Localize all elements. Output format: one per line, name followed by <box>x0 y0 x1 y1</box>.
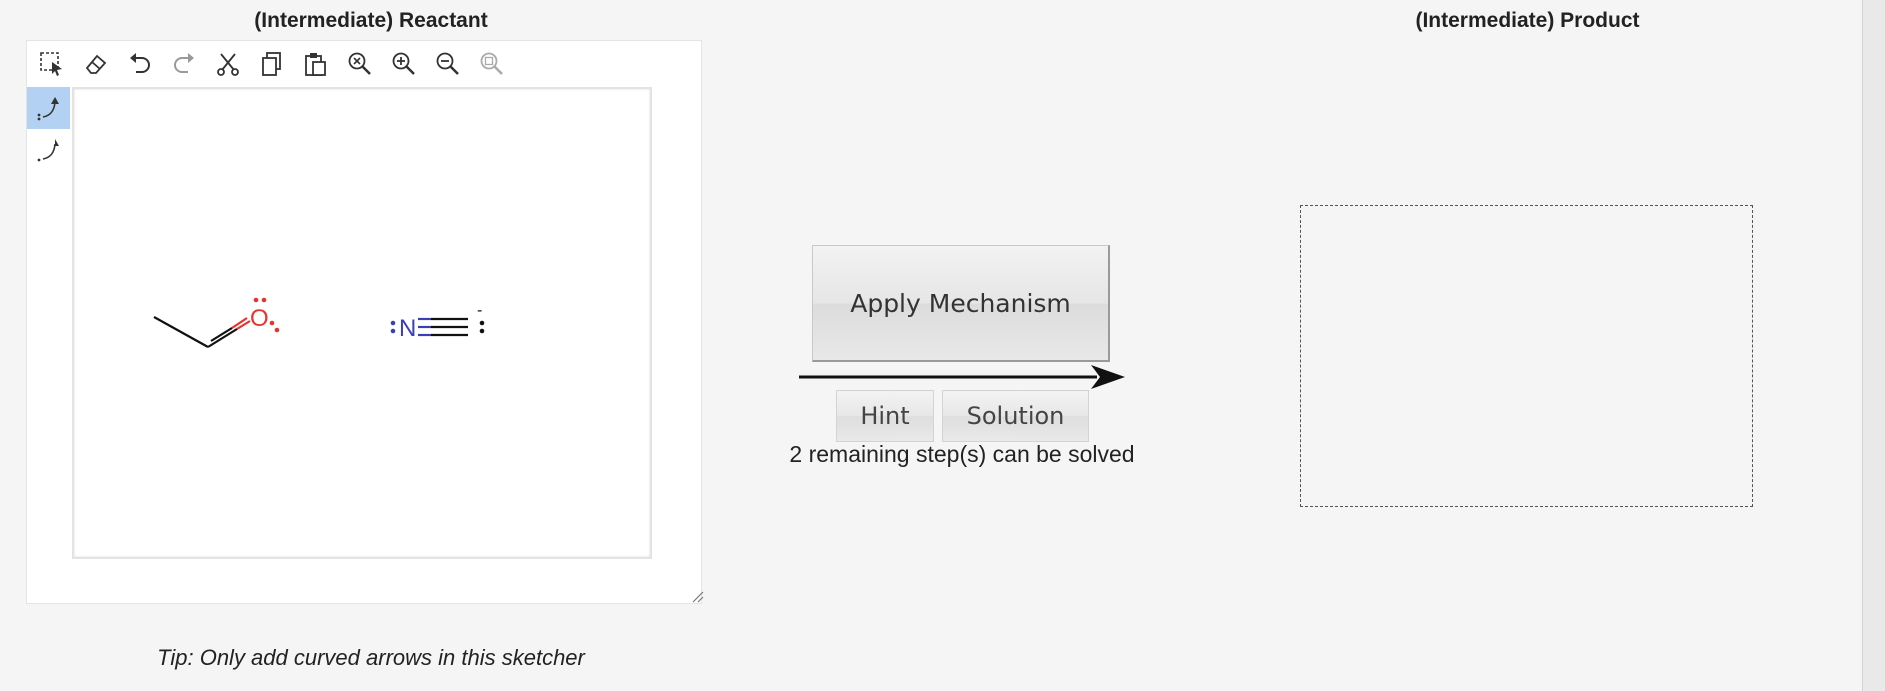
window-edge <box>1862 0 1885 691</box>
product-drop-area <box>1300 205 1753 507</box>
single-electron-arrow-icon[interactable] <box>27 129 70 171</box>
cut-icon[interactable] <box>209 47 247 81</box>
reactant-title: (Intermediate) Reactant <box>254 9 488 32</box>
oxygen-atom-label: O <box>250 305 269 332</box>
copy-icon[interactable] <box>253 47 291 81</box>
product-title: (Intermediate) Product <box>1415 9 1640 32</box>
resize-grip-icon[interactable] <box>691 590 705 609</box>
zoom-in-icon[interactable] <box>385 47 423 81</box>
zoom-reset-icon[interactable] <box>341 47 379 81</box>
solution-button[interactable]: Solution <box>942 390 1089 442</box>
sketcher-canvas[interactable]: O N - <box>72 87 652 559</box>
zoom-out-icon[interactable] <box>429 47 467 81</box>
zoom-fit-icon[interactable] <box>473 47 511 81</box>
hint-button[interactable]: Hint <box>836 390 934 442</box>
eraser-icon[interactable] <box>77 47 115 81</box>
paste-icon[interactable] <box>297 47 335 81</box>
redo-icon[interactable] <box>165 47 203 81</box>
remaining-steps-status: 2 remaining step(s) can be solved <box>789 441 1135 467</box>
apply-mechanism-button[interactable]: Apply Mechanism <box>812 245 1110 362</box>
sketcher-toolbar <box>33 47 511 81</box>
reaction-arrow-icon <box>799 365 1125 389</box>
cyanide-ion: N - <box>390 302 485 342</box>
select-rect-icon[interactable] <box>33 47 71 81</box>
reactant-sketcher[interactable]: O N - <box>26 40 704 604</box>
undo-icon[interactable] <box>121 47 159 81</box>
arrow-tool-palette <box>27 87 70 171</box>
sketcher-tip: Tip: Only add curved arrows in this sket… <box>157 645 585 670</box>
nitrogen-atom-label: N <box>399 315 416 342</box>
propanal-molecule: O <box>153 297 280 348</box>
electron-pair-arrow-icon[interactable] <box>27 87 70 129</box>
negative-charge-label: - <box>477 302 482 319</box>
